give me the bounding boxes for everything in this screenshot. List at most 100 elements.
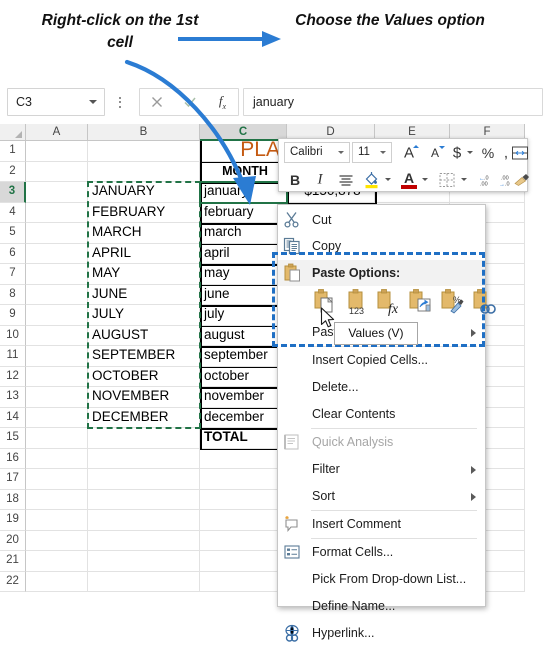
cell-A16[interactable] [26, 448, 88, 469]
column-header-b[interactable]: B [88, 124, 200, 141]
cell-A20[interactable] [26, 530, 88, 551]
cell-C14[interactable]: december [200, 407, 287, 428]
cell-B2[interactable] [88, 161, 200, 182]
paste-transpose-icon[interactable] [406, 287, 437, 318]
select-all-corner[interactable] [0, 124, 26, 141]
row-header-3[interactable]: 3 [0, 182, 26, 203]
fx-icon[interactable]: fx [206, 89, 239, 115]
cell-B19[interactable] [88, 510, 200, 531]
row-header-17[interactable]: 17 [0, 469, 26, 490]
cell-B20[interactable] [88, 530, 200, 551]
cell-C10[interactable]: august [200, 325, 287, 346]
menu-item-insert-copied-cells[interactable]: Insert Copied Cells... [278, 347, 485, 374]
cell-A6[interactable] [26, 243, 88, 264]
accounting-number-format-icon[interactable]: $ [449, 140, 465, 165]
font-color-dropdown-icon[interactable] [420, 167, 432, 192]
align-center-icon[interactable] [334, 167, 358, 192]
cell-C21[interactable] [200, 551, 287, 572]
cell-B18[interactable] [88, 489, 200, 510]
row-header-16[interactable]: 16 [0, 448, 26, 469]
cell-C12[interactable]: october [200, 366, 287, 387]
row-header-1[interactable]: 1 [0, 141, 26, 162]
row-header-8[interactable]: 8 [0, 284, 26, 305]
cell-C5[interactable]: march [200, 223, 287, 244]
increase-decimal-icon[interactable]: ← .0 .00 [473, 167, 495, 192]
cell-A18[interactable] [26, 489, 88, 510]
cell-C16[interactable] [200, 448, 287, 469]
row-header-7[interactable]: 7 [0, 264, 26, 285]
font-color-icon[interactable]: A [398, 167, 420, 192]
percent-style-icon[interactable]: % [478, 140, 498, 165]
fill-color-dropdown-icon[interactable] [383, 167, 395, 192]
cell-context-menu[interactable]: Cut Copy Paste Options: 123 fx % Paste I… [277, 204, 496, 642]
row-header-4[interactable]: 4 [0, 202, 26, 223]
menu-item-sort[interactable]: Sort [278, 483, 485, 510]
menu-item-pick-from-dropdown-list[interactable]: Pick From Drop-down List... [278, 566, 485, 593]
cell-A11[interactable] [26, 346, 88, 367]
cell-C11[interactable]: september [200, 346, 287, 367]
cell-A17[interactable] [26, 469, 88, 490]
cell-C15[interactable]: TOTAL [200, 428, 287, 449]
cell-C8[interactable]: june [200, 284, 287, 305]
row-header-20[interactable]: 20 [0, 530, 26, 551]
cell-A19[interactable] [26, 510, 88, 531]
column-header-a[interactable]: A [26, 124, 88, 141]
row-header-14[interactable]: 14 [0, 407, 26, 428]
cell-B22[interactable] [88, 571, 200, 592]
cell-C17[interactable] [200, 469, 287, 490]
menu-item-delete[interactable]: Delete... [278, 374, 485, 401]
cell-C18[interactable] [200, 489, 287, 510]
row-header-19[interactable]: 19 [0, 510, 26, 531]
accounting-dropdown-icon[interactable] [465, 140, 477, 165]
row-header-15[interactable]: 15 [0, 428, 26, 449]
formula-input[interactable]: january [243, 88, 543, 116]
grow-font-icon[interactable]: A [397, 140, 421, 165]
cell-B16[interactable] [88, 448, 200, 469]
menu-item-hyperlink[interactable]: Hyperlink... [278, 620, 485, 647]
cell-A1[interactable] [26, 141, 88, 162]
menu-item-insert-comment[interactable]: Insert Comment [278, 511, 485, 538]
cell-A13[interactable] [26, 387, 88, 408]
menu-item-cut[interactable]: Cut [278, 207, 485, 234]
cell-A8[interactable] [26, 284, 88, 305]
cell-C7[interactable]: may [200, 264, 287, 285]
cell-A4[interactable] [26, 202, 88, 223]
row-header-6[interactable]: 6 [0, 243, 26, 264]
cell-C9[interactable]: july [200, 305, 287, 326]
cell-C6[interactable]: april [200, 243, 287, 264]
row-header-13[interactable]: 13 [0, 387, 26, 408]
borders-icon[interactable] [436, 167, 458, 192]
cell-C20[interactable] [200, 530, 287, 551]
cell-B21[interactable] [88, 551, 200, 572]
cell-C22[interactable] [200, 571, 287, 592]
cell-A22[interactable] [26, 571, 88, 592]
menu-item-format-cells[interactable]: Format Cells... [278, 539, 485, 566]
row-header-10[interactable]: 10 [0, 325, 26, 346]
cell-B1[interactable] [88, 141, 200, 162]
cell-A9[interactable] [26, 305, 88, 326]
borders-dropdown-icon[interactable] [459, 167, 471, 192]
row-header-2[interactable]: 2 [0, 161, 26, 182]
chevron-down-icon[interactable] [380, 151, 386, 154]
name-box[interactable]: C3 [7, 88, 105, 116]
row-header-9[interactable]: 9 [0, 305, 26, 326]
menu-item-filter[interactable]: Filter [278, 456, 485, 483]
cell-C2[interactable]: MONTH [200, 161, 287, 182]
paste-formatting-icon[interactable]: % [438, 287, 469, 318]
cell-C13[interactable]: november [200, 387, 287, 408]
row-header-21[interactable]: 21 [0, 551, 26, 572]
italic-icon[interactable]: I [309, 167, 331, 192]
menu-item-copy[interactable]: Copy [278, 233, 485, 260]
row-header-22[interactable]: 22 [0, 571, 26, 592]
fill-color-icon[interactable] [361, 167, 383, 192]
cell-B15[interactable] [88, 428, 200, 449]
cell-A3[interactable] [26, 182, 88, 203]
font-name-select[interactable]: Calibri [284, 142, 350, 163]
cell-A7[interactable] [26, 264, 88, 285]
check-icon[interactable] [173, 89, 206, 115]
column-header-c[interactable]: C [200, 124, 287, 141]
cell-C4[interactable]: february [200, 202, 287, 223]
row-header-5[interactable]: 5 [0, 223, 26, 244]
cell-B17[interactable] [88, 469, 200, 490]
cell-C19[interactable] [200, 510, 287, 531]
